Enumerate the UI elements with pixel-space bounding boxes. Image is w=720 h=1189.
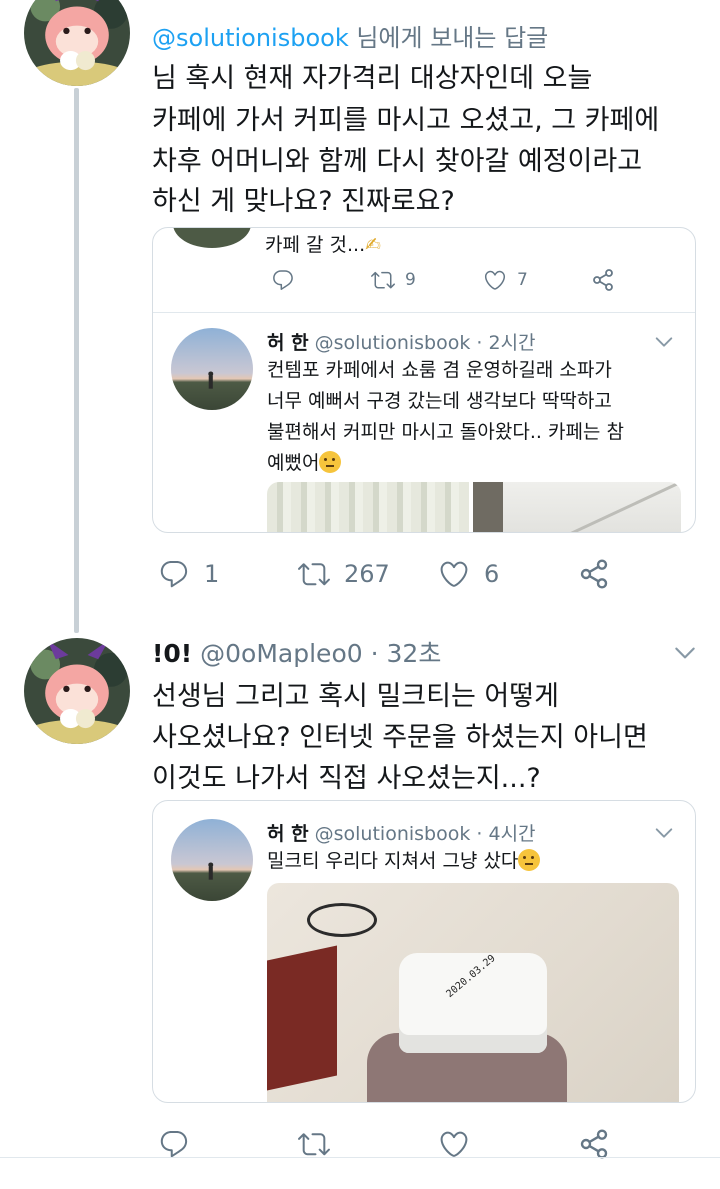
like-action[interactable]: 6: [438, 558, 499, 590]
share-icon: [578, 558, 610, 590]
card-partial-text: 카페 갈 것...✍: [265, 234, 382, 256]
like-icon: [483, 268, 507, 292]
pencil-emoji-icon: ✍: [365, 234, 382, 256]
tweet-time: · 32초: [370, 639, 442, 668]
tweet-text-line-3: 이것도 나가서 직접 사오셨는지...?: [152, 763, 541, 794]
author-handle[interactable]: @0oMapleo0: [200, 639, 363, 668]
quoted-avatar[interactable]: [171, 819, 253, 901]
retweet-action[interactable]: 267: [298, 558, 390, 590]
retweet-icon: [298, 1128, 330, 1160]
like-icon: [438, 558, 470, 590]
reply-icon: [158, 1128, 190, 1160]
photo-bottle-cap: 2020.03.29: [399, 953, 547, 1053]
card-divider: [153, 312, 695, 313]
tweet-text-line-1: 님 혹시 현재 자가격리 대상자인데 오늘: [152, 63, 593, 94]
thread-line: [74, 88, 79, 633]
chevron-down-icon[interactable]: [653, 822, 675, 844]
card-like-count: 7: [517, 270, 528, 290]
avatar[interactable]: [24, 638, 130, 744]
quoted-thread-card[interactable]: 카페 갈 것...✍ 9 7 허 한 @solutionisbook · 2시간…: [152, 227, 696, 533]
quoted-text: 밀크티 우리다 지쳐서 그냥 샀다: [267, 843, 541, 879]
like-action[interactable]: [438, 1128, 470, 1160]
retweet-count: 267: [344, 560, 390, 588]
card-like-action[interactable]: 7: [483, 268, 528, 292]
avatar-image: [24, 0, 130, 86]
face-emoji-icon: [319, 451, 342, 473]
retweet-icon: [371, 268, 395, 292]
cropped-avatar: [173, 228, 251, 248]
photo-red-book: [267, 945, 337, 1091]
quoted-avatar[interactable]: [171, 328, 253, 410]
reply-action[interactable]: [158, 1128, 190, 1160]
quoted-avatar-image: [171, 328, 253, 410]
quoted-tweet-card[interactable]: 허 한 @solutionisbook · 4시간 밀크티 우리다 지쳐서 그냥…: [152, 800, 696, 1103]
author-line: !0! @0oMapleo0 · 32초: [152, 634, 441, 670]
tweet-text-line-1: 선생님 그리고 혹시 밀크티는 어떻게: [152, 681, 559, 712]
card-retweet-action[interactable]: 9: [371, 268, 416, 292]
avatar[interactable]: [24, 0, 130, 86]
photo-curtain[interactable]: [267, 482, 469, 532]
quoted-author-line: 허 한 @solutionisbook · 4시간: [267, 819, 536, 846]
retweet-action[interactable]: [298, 1128, 330, 1160]
tweet-text-line-4: 하신 게 맞나요? 진짜로요?: [152, 186, 455, 217]
reply-action[interactable]: 1: [158, 558, 219, 590]
quoted-text-line-4: 예뻤어: [267, 445, 342, 481]
reply-to-suffix: 님에게 보내는 답글: [348, 24, 549, 52]
avatar-image: [24, 638, 130, 744]
photo-glasses: [307, 903, 377, 937]
share-action[interactable]: [578, 1128, 610, 1160]
reply-to-handle[interactable]: @solutionisbook: [152, 24, 349, 52]
milk-tea-photo[interactable]: 2020.03.29: [267, 883, 679, 1102]
quoted-author-handle[interactable]: @solutionisbook: [315, 332, 471, 354]
share-action[interactable]: [578, 558, 610, 590]
bottom-divider: [0, 1157, 720, 1158]
quoted-author-line: 허 한 @solutionisbook · 2시간: [267, 328, 536, 355]
quoted-time: · 2시간: [476, 332, 536, 354]
chevron-down-icon[interactable]: [672, 640, 698, 666]
like-icon: [438, 1128, 470, 1160]
quoted-author-name[interactable]: 허 한: [267, 332, 309, 354]
tweet-text-line-2: 사오셨나요? 인터넷 주문을 하셨는지 아니면: [152, 722, 648, 753]
reply-icon: [271, 268, 295, 292]
card-share-action[interactable]: [591, 268, 615, 292]
quoted-author-name[interactable]: 허 한: [267, 823, 309, 845]
share-icon: [591, 268, 615, 292]
quoted-author-handle[interactable]: @solutionisbook: [315, 823, 471, 845]
cap-print: 2020.03.29: [444, 952, 498, 1001]
reply-icon: [158, 558, 190, 590]
retweet-icon: [298, 558, 330, 590]
quoted-time: · 4시간: [476, 823, 536, 845]
photo-staircase[interactable]: [473, 482, 681, 532]
card-reply-action[interactable]: [271, 268, 295, 292]
tweet-text-line-3: 차후 어머니와 함께 다시 찾아갈 예정이라고: [152, 146, 643, 177]
quoted-avatar-image: [171, 819, 253, 901]
reply-count: 1: [204, 560, 220, 588]
tweet-text-line-2: 카페에 가서 커피를 마시고 오셨고, 그 카페에: [152, 105, 660, 136]
reply-to-line: @solutionisbook 님에게 보내는 답글: [152, 18, 548, 53]
chevron-down-icon[interactable]: [653, 331, 675, 353]
author-name[interactable]: !0!: [152, 639, 192, 668]
share-icon: [578, 1128, 610, 1160]
like-count: 6: [484, 560, 500, 588]
face-emoji-icon: [518, 849, 541, 871]
card-retweet-count: 9: [405, 270, 416, 290]
